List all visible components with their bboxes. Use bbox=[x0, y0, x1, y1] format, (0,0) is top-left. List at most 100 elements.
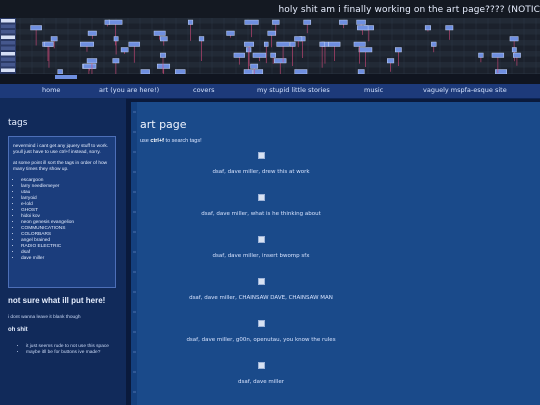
roll-lane bbox=[0, 23, 540, 29]
note-block bbox=[511, 47, 517, 53]
note-block bbox=[267, 30, 276, 36]
note-block bbox=[157, 63, 171, 69]
sidebar-heading-oh-shit: oh shit bbox=[8, 327, 28, 333]
note-block bbox=[478, 52, 484, 58]
note-block bbox=[30, 25, 42, 31]
art-caption: dsaf, dave miller, what is he thinking a… bbox=[201, 211, 321, 217]
tags-intro-2: at some point ill sort the tags in order… bbox=[13, 161, 108, 172]
search-hint-prefix: use bbox=[140, 138, 151, 144]
tags-heading: tags bbox=[8, 118, 28, 128]
note-block bbox=[244, 19, 259, 25]
note-block bbox=[112, 58, 120, 64]
note-block bbox=[252, 52, 267, 58]
note-block bbox=[86, 58, 98, 64]
tag-list: escargoon larry needlemeyer utau larryoi… bbox=[13, 178, 111, 262]
note-block bbox=[79, 41, 94, 47]
piano-key bbox=[1, 46, 15, 50]
nav-link-stories[interactable]: my stupid little stories bbox=[257, 86, 330, 94]
art-caption: dsaf, dave miller, g00n, openutau, you k… bbox=[186, 337, 336, 343]
note-block bbox=[44, 41, 54, 47]
note-block bbox=[445, 25, 454, 31]
piano-roll-banner: holy shit am i finally working on the ar… bbox=[0, 0, 540, 84]
page-title: art page bbox=[140, 118, 187, 131]
note-block bbox=[274, 58, 287, 64]
broken-image-icon[interactable] bbox=[257, 362, 265, 369]
note-block bbox=[113, 36, 119, 42]
note-block bbox=[104, 19, 110, 25]
note-block bbox=[198, 36, 205, 42]
art-item: dsaf, dave miller, g00n, openutau, you k… bbox=[131, 320, 391, 343]
list-item: maybe itll be for buttons ive made? bbox=[26, 350, 140, 356]
piano-key bbox=[1, 35, 15, 39]
nav-link-music[interactable]: music bbox=[364, 86, 383, 94]
sidebar-heading-not-sure: not sure what ill put here! bbox=[8, 296, 106, 305]
roll-lane bbox=[0, 67, 540, 73]
broken-image-icon[interactable] bbox=[257, 152, 265, 159]
search-hint: use ctrl+f to search tags! bbox=[140, 138, 202, 144]
broken-image-icon[interactable] bbox=[257, 236, 265, 243]
note-block bbox=[303, 19, 312, 25]
note-block bbox=[431, 41, 437, 47]
note-block bbox=[491, 52, 505, 58]
nav-link-home[interactable]: home bbox=[42, 86, 60, 94]
piano-key bbox=[1, 68, 15, 72]
piano-key bbox=[1, 63, 15, 67]
note-block bbox=[250, 63, 259, 69]
roll-lane bbox=[0, 56, 540, 62]
note-block bbox=[270, 52, 276, 58]
note-block bbox=[394, 47, 402, 53]
piano-key bbox=[1, 19, 15, 23]
nav-link-covers[interactable]: covers bbox=[193, 86, 214, 94]
piano-key bbox=[1, 24, 15, 28]
note-block bbox=[128, 41, 140, 47]
tag-item: dave miller bbox=[21, 256, 111, 262]
sidebar-text: i dont wanna leave it blank though bbox=[8, 315, 81, 320]
roll-lane bbox=[0, 51, 540, 57]
main-nav: home art (you are here!) covers my stupi… bbox=[0, 84, 540, 99]
tags-box: nevermind i cant get any jquery stuff to… bbox=[8, 136, 116, 288]
note-block bbox=[272, 19, 280, 25]
note-block bbox=[319, 41, 325, 47]
art-caption: dsaf, dave miller, drew this at work bbox=[212, 169, 310, 175]
piano-key bbox=[1, 30, 15, 34]
piano-key bbox=[1, 41, 15, 45]
note-block bbox=[356, 19, 366, 25]
note-block bbox=[424, 25, 431, 31]
art-caption: dsaf, dave miller, insert bwomp sfx bbox=[212, 253, 310, 259]
note-block bbox=[263, 41, 269, 47]
timeline-bar bbox=[0, 74, 540, 84]
search-hint-key: ctrl+f bbox=[150, 138, 165, 144]
broken-image-icon[interactable] bbox=[257, 194, 265, 201]
art-item: dsaf, dave miller, CHAINSAW DAVE, CHAINS… bbox=[131, 278, 391, 301]
note-block bbox=[83, 63, 97, 69]
note-block bbox=[357, 25, 369, 31]
note-block bbox=[243, 69, 253, 75]
broken-image-icon[interactable] bbox=[257, 320, 265, 327]
main-content: art page use ctrl+f to search tags! dsaf… bbox=[131, 102, 540, 405]
broken-image-icon[interactable] bbox=[257, 278, 265, 285]
nav-link-art[interactable]: art (you are here!) bbox=[99, 86, 159, 94]
tags-intro-1: nevermind i cant get any jquery stuff to… bbox=[13, 144, 109, 155]
piano-key bbox=[1, 52, 15, 56]
note-block bbox=[153, 30, 166, 36]
note-block bbox=[159, 36, 168, 42]
note-block bbox=[175, 69, 186, 75]
note-block bbox=[188, 19, 194, 25]
art-caption: dsaf, dave miller, CHAINSAW DAVE, CHAINS… bbox=[189, 295, 333, 301]
note-block bbox=[246, 47, 252, 53]
art-item: dsaf, dave miller, insert bwomp sfx bbox=[131, 236, 391, 259]
note-block bbox=[120, 47, 129, 53]
note-block bbox=[495, 69, 508, 75]
note-block bbox=[226, 30, 235, 36]
nav-link-mspfa[interactable]: vaguely mspfa-esque site bbox=[423, 86, 507, 94]
note-block bbox=[513, 52, 521, 58]
art-item: dsaf, dave miller, what is he thinking a… bbox=[131, 194, 391, 217]
note-block bbox=[108, 19, 123, 25]
note-block bbox=[357, 69, 365, 75]
note-block bbox=[353, 41, 366, 47]
art-item: dsaf, dave miller bbox=[131, 362, 391, 385]
note-block bbox=[294, 36, 303, 42]
search-hint-suffix: to search tags! bbox=[164, 138, 202, 144]
roll-lane bbox=[0, 62, 540, 68]
note-block bbox=[276, 41, 290, 47]
